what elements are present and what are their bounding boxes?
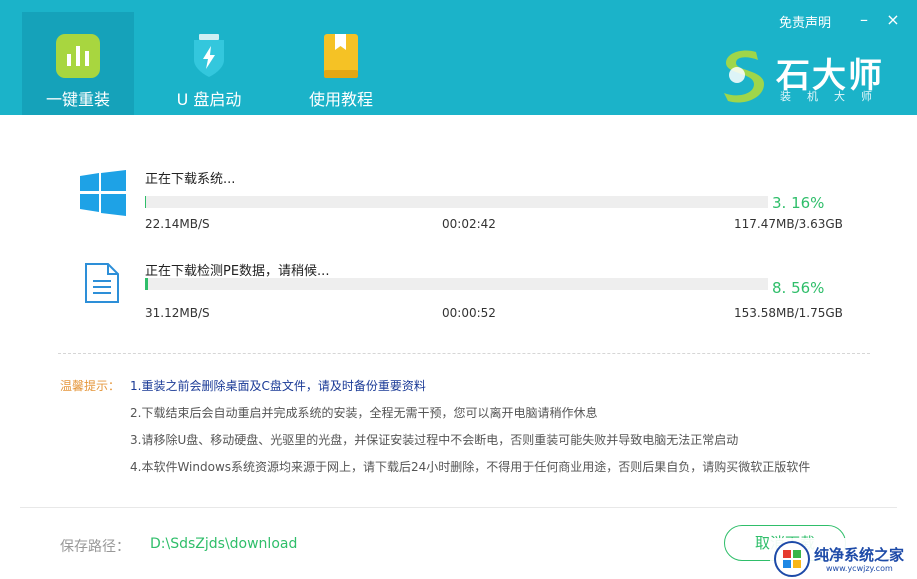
tip-item: 1.重装之前会删除桌面及C盘文件，请及时备份重要资料 — [130, 379, 426, 393]
watermark-text: 纯净系统之家 — [814, 546, 905, 564]
progress-fill — [145, 196, 147, 208]
tab-usb-boot[interactable]: U 盘启动 — [153, 12, 265, 115]
logo-mark-icon — [724, 50, 764, 103]
progress-percent: 8. 56% — [772, 279, 825, 297]
download-time: 00:00:52 — [442, 306, 496, 320]
download-speed: 22.14MB/S — [145, 217, 210, 231]
dotted-divider — [58, 353, 870, 354]
tips-label: 温馨提示： — [60, 379, 121, 393]
watermark-logo-icon — [774, 541, 810, 577]
tab-label: U 盘启动 — [176, 90, 242, 109]
download-pe-row: 正在下载检测PE数据，请稍候... 8. 56% 31.12MB/S 00:00… — [0, 257, 917, 337]
download-title: 正在下载系统... — [145, 172, 236, 187]
book-icon — [324, 34, 358, 78]
close-button[interactable]: × — [883, 10, 903, 30]
header-bar: 一键重装 U 盘启动 使用教程 免责声明 – × 石大师 装机大师 — [0, 0, 917, 115]
usb-shield-icon — [194, 34, 224, 77]
tip-item: 2.下载结束后会自动重启并完成系统的安装，全程无需干预，您可以离开电脑请稍作休息 — [130, 406, 598, 420]
download-speed: 31.12MB/S — [145, 306, 210, 320]
save-path-value[interactable]: D:\SdsZjds\download — [150, 536, 297, 552]
progress-bar — [145, 196, 768, 208]
download-size: 153.58MB/1.75GB — [734, 306, 843, 320]
disclaimer-link[interactable]: 免责声明 — [779, 12, 831, 31]
progress-fill — [145, 278, 149, 290]
download-size: 117.47MB/3.63GB — [734, 217, 843, 231]
download-system-row: 正在下载系统... 3. 16% 22.14MB/S 00:02:42 117.… — [0, 165, 917, 245]
progress-bar — [145, 278, 768, 290]
logo-sub-text: 装机大师 — [780, 90, 888, 103]
minimize-button[interactable]: – — [854, 10, 874, 30]
tip-item: 4.本软件Windows系统资源均来源于网上，请下载后24小时删除，不得用于任何… — [130, 460, 811, 474]
footer-divider — [20, 507, 897, 508]
windows-logo-icon — [80, 170, 126, 216]
progress-percent: 3. 16% — [772, 194, 825, 212]
watermark-badge: 纯净系统之家 www.ycwjzy.com — [770, 538, 917, 579]
bar-chart-icon — [56, 34, 100, 78]
tab-label: 使用教程 — [308, 90, 373, 109]
brand-logo: 石大师 装机大师 — [718, 46, 898, 106]
tip-item: 3.请移除U盘、移动硬盘、光驱里的光盘，并保证安装过程中不会断电，否则重装可能失… — [130, 433, 739, 447]
watermark-url: www.ycwjzy.com — [826, 564, 893, 573]
download-title: 正在下载检测PE数据，请稍候... — [145, 264, 330, 279]
tab-one-click-reinstall[interactable]: 一键重装 — [22, 12, 134, 115]
tab-label: 一键重装 — [45, 90, 110, 109]
tab-tutorial[interactable]: 使用教程 — [285, 12, 397, 115]
save-path-label: 保存路径： — [60, 539, 130, 555]
document-icon — [85, 263, 119, 303]
download-time: 00:02:42 — [442, 217, 496, 231]
